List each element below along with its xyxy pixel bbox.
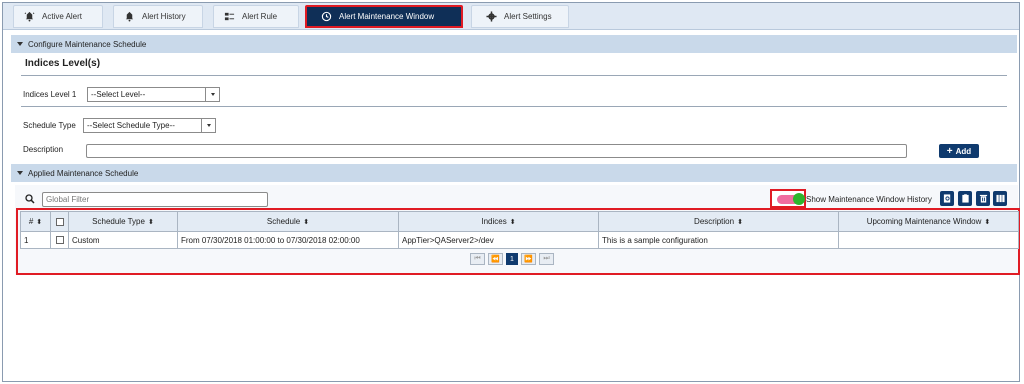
sort-icon: ⬍ xyxy=(147,219,154,226)
schedule-table: # ⬍ Schedule Type ⬍ Schedule ⬍ Indices ⬍ Des… xyxy=(20,211,1019,249)
cell-number: 1 xyxy=(20,231,51,249)
sort-icon: ⬍ xyxy=(984,219,991,226)
collapse-caret-icon xyxy=(17,171,23,175)
column-header-select[interactable] xyxy=(50,211,69,232)
applied-section-header[interactable]: Applied Maintenance Schedule xyxy=(11,164,1017,182)
collapse-caret-icon xyxy=(17,42,23,46)
last-page-button[interactable]: ⏭ xyxy=(539,253,554,265)
schedule-type-value: --Select Schedule Type-- xyxy=(87,121,175,130)
indices-level-select[interactable]: --Select Level-- xyxy=(87,87,220,102)
add-button-label: Add xyxy=(955,146,972,156)
plus-icon: + xyxy=(946,145,953,157)
first-page-button[interactable]: ⏮ xyxy=(470,253,485,265)
applied-section-title: Applied Maintenance Schedule xyxy=(28,168,139,178)
history-toggle-highlight xyxy=(770,189,806,208)
column-header-upcoming[interactable]: Upcoming Maintenance Window ⬍ xyxy=(838,211,1019,232)
clock-icon xyxy=(321,11,332,22)
global-filter-input[interactable]: Global Filter xyxy=(42,192,268,207)
select-all-checkbox[interactable] xyxy=(55,217,64,226)
cell-select xyxy=(50,231,69,249)
tab-alert-history[interactable]: Alert History xyxy=(113,5,203,28)
tab-alert-maintenance-window[interactable]: Alert Maintenance Window xyxy=(305,5,463,28)
tab-label: Alert History xyxy=(142,12,186,21)
sort-icon: ⬍ xyxy=(36,219,43,226)
table-header-row: # ⬍ Schedule Type ⬍ Schedule ⬍ Indices ⬍ Des… xyxy=(20,211,1019,232)
bell-icon xyxy=(125,11,134,22)
prev-page-button[interactable]: ⏪ xyxy=(488,253,503,265)
indices-level-value: --Select Level-- xyxy=(91,90,146,99)
columns-icon xyxy=(995,194,1005,203)
document-search-icon xyxy=(943,194,950,203)
next-page-button[interactable]: ⏩ xyxy=(521,253,536,265)
column-header-schedule[interactable]: Schedule ⬍ xyxy=(177,211,399,232)
indices-level-label: Indices Level 1 xyxy=(23,90,77,99)
chevron-down-icon xyxy=(201,119,215,132)
schedule-type-label: Schedule Type xyxy=(23,121,76,130)
divider xyxy=(21,75,1007,76)
page-number-button[interactable]: 1 xyxy=(506,253,518,265)
schedule-type-select[interactable]: --Select Schedule Type-- xyxy=(83,118,216,133)
cell-description: This is a sample configuration xyxy=(598,231,839,249)
tab-label: Alert Rule xyxy=(242,12,278,21)
export-search-button[interactable] xyxy=(940,191,954,206)
divider xyxy=(21,106,1007,107)
sort-icon: ⬍ xyxy=(737,219,743,226)
tab-bar: Active Alert Alert History Alert Rule Al… xyxy=(3,3,1019,30)
sort-icon: ⬍ xyxy=(303,219,310,226)
tab-label: Alert Settings xyxy=(504,12,552,21)
cell-upcoming xyxy=(838,231,1019,249)
trash-icon xyxy=(979,194,987,203)
tab-alert-rule[interactable]: Alert Rule xyxy=(213,5,299,28)
app-frame: Active Alert Alert History Alert Rule Al… xyxy=(2,2,1020,382)
tab-alert-settings[interactable]: Alert Settings xyxy=(471,5,569,28)
sort-icon: ⬍ xyxy=(509,219,516,226)
table-row[interactable]: 1 Custom From 07/30/2018 01:00:00 to 07/… xyxy=(20,231,1019,249)
rule-icon xyxy=(224,12,235,21)
delete-button[interactable] xyxy=(976,191,990,206)
configure-section-title: Configure Maintenance Schedule xyxy=(28,39,147,49)
configure-section-header[interactable]: Configure Maintenance Schedule xyxy=(11,35,1017,53)
description-label: Description xyxy=(23,145,64,154)
indices-heading: Indices Level(s) xyxy=(25,58,101,69)
column-header-number[interactable]: # ⬍ xyxy=(20,211,51,232)
active-alert-icon xyxy=(24,11,35,22)
clipboard-icon xyxy=(961,194,969,203)
history-toggle[interactable] xyxy=(777,193,805,205)
cell-indices: AppTier>QAServer2>/dev xyxy=(398,231,599,249)
gear-icon xyxy=(486,11,497,22)
chevron-down-icon xyxy=(205,88,219,101)
tab-active-alert[interactable]: Active Alert xyxy=(13,5,103,28)
toggle-knob xyxy=(793,193,805,205)
history-toggle-label: Show Maintenance Window History xyxy=(806,195,932,204)
copy-button[interactable] xyxy=(958,191,972,206)
search-icon xyxy=(25,194,35,204)
tab-label: Active Alert xyxy=(42,12,83,21)
pagination: ⏮ ⏪ 1 ⏩ ⏭ xyxy=(470,253,554,265)
description-input[interactable] xyxy=(86,144,907,158)
cell-schedule-type: Custom xyxy=(68,231,178,249)
cell-schedule: From 07/30/2018 01:00:00 to 07/30/2018 0… xyxy=(177,231,399,249)
column-header-indices[interactable]: Indices ⬍ xyxy=(398,211,599,232)
column-header-description[interactable]: Description ⬍ xyxy=(598,211,839,232)
tab-label: Alert Maintenance Window xyxy=(339,12,435,21)
add-button[interactable]: + Add xyxy=(939,144,979,158)
columns-button[interactable] xyxy=(993,191,1007,206)
row-checkbox[interactable] xyxy=(55,236,64,245)
column-header-schedule-type[interactable]: Schedule Type ⬍ xyxy=(68,211,178,232)
